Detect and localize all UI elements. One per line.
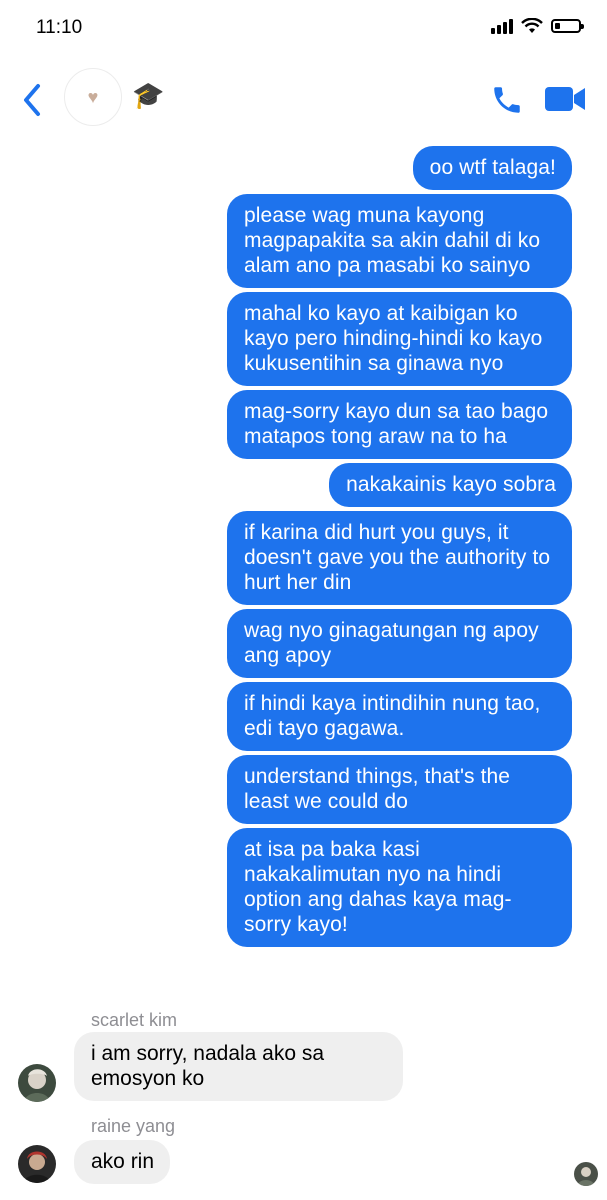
heart-icon: ♥ <box>87 86 99 107</box>
message-bubble-incoming[interactable]: ako rin <box>74 1140 171 1184</box>
sender-name: raine yang <box>91 1116 176 1136</box>
message-bubble-outgoing[interactable]: oo wtf talaga! <box>412 146 572 190</box>
status-bar: 11:10 <box>0 0 607 58</box>
read-receipt-avatar <box>574 1162 598 1186</box>
graduation-cap-icon[interactable]: 🎓 <box>132 82 164 108</box>
sender-name: scarlet kim <box>91 1010 178 1030</box>
contact-avatar[interactable]: ♥ <box>64 68 122 126</box>
sender-avatar[interactable] <box>18 1064 56 1102</box>
message-bubble-outgoing[interactable]: mag-sorry kayo dun sa tao bago matapos t… <box>227 390 572 459</box>
status-time: 11:10 <box>36 17 83 38</box>
message-bubble-incoming[interactable]: i am sorry, nadala ako sa emosyon ko <box>74 1032 403 1101</box>
message-thread: oo wtf talaga! please wag muna kayong ma… <box>0 146 607 947</box>
wifi-icon <box>521 18 543 33</box>
message-bubble-outgoing[interactable]: wag nyo ginagatungan ng apoy ang apoy <box>227 609 572 678</box>
message-bubble-outgoing[interactable]: if hindi kaya intindihin nung tao, edi t… <box>227 682 572 751</box>
signal-icon <box>491 18 513 34</box>
video-call-icon[interactable] <box>544 84 586 114</box>
message-bubble-outgoing[interactable]: please wag muna kayong magpapakita sa ak… <box>227 194 572 288</box>
message-bubble-outgoing[interactable]: at isa pa baka kasi nakakalimutan nyo na… <box>227 828 572 947</box>
message-bubble-outgoing[interactable]: mahal ko kayo at kaibigan ko kayo pero h… <box>227 292 572 386</box>
back-chevron-icon[interactable] <box>18 80 48 120</box>
battery-icon <box>551 19 584 33</box>
message-bubble-outgoing[interactable]: understand things, that's the least we c… <box>227 755 572 824</box>
message-bubble-outgoing[interactable]: if karina did hurt you guys, it doesn't … <box>227 511 572 605</box>
phone-call-icon[interactable] <box>490 83 524 117</box>
status-icons <box>491 18 584 34</box>
message-bubble-outgoing[interactable]: nakakainis kayo sobra <box>329 463 572 507</box>
sender-avatar[interactable] <box>18 1145 56 1183</box>
outgoing-messages: oo wtf talaga! please wag muna kayong ma… <box>0 146 607 947</box>
